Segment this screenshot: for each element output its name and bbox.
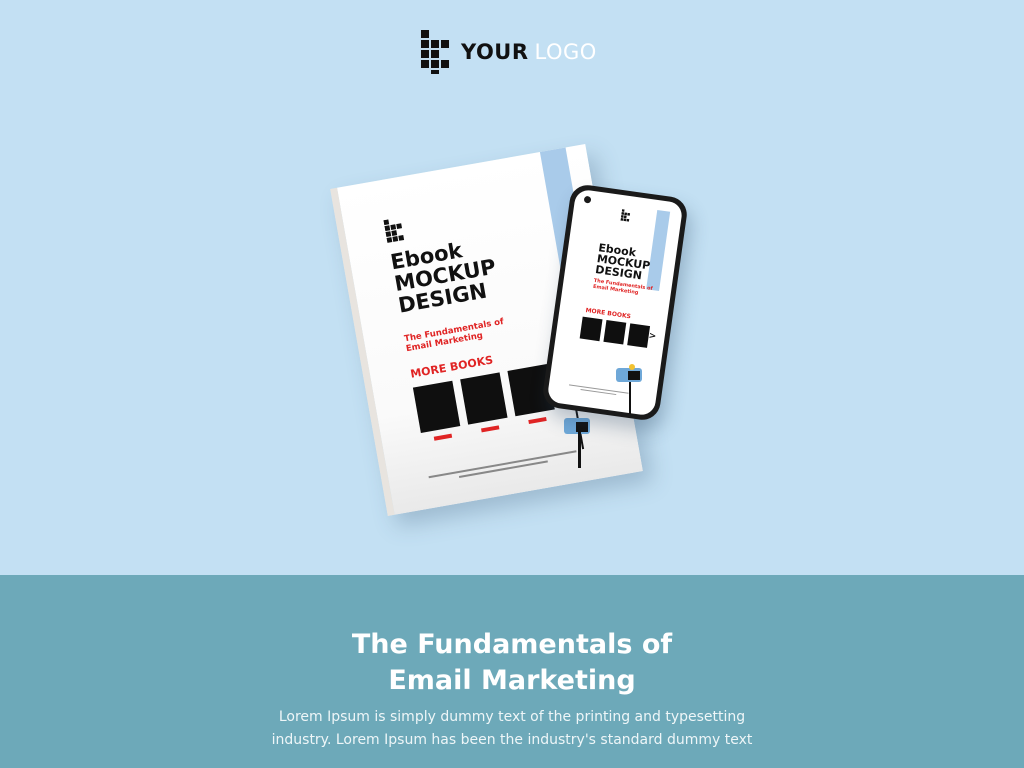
camera-dot xyxy=(583,195,592,204)
book-subtitle: The Fundamentals of Email Marketing xyxy=(404,317,507,354)
content-title-line: The Fundamentals of xyxy=(351,629,673,660)
book-logo-icon xyxy=(383,219,405,243)
content-title: The Fundamentals of Email Marketing xyxy=(0,627,1024,699)
phone-book-title: Ebook MOCKUP DESIGN xyxy=(595,241,653,282)
mailbox-icon xyxy=(616,364,642,414)
price-tag xyxy=(433,433,453,441)
phone-logo-icon xyxy=(620,209,631,222)
phone-thumbnail xyxy=(627,323,651,348)
content-band: The Fundamentals of Email Marketing Lore… xyxy=(0,575,1024,768)
logo-word-logo: LOGO xyxy=(534,40,597,64)
grid-squares-logo-icon xyxy=(421,30,449,74)
logo-word-your: YOUR xyxy=(461,40,529,64)
phone-thumbnail xyxy=(579,316,603,342)
brand-logo[interactable]: YOUR LOGO xyxy=(421,30,597,74)
content-body-text: Lorem Ipsum is simply dummy text of the … xyxy=(262,706,762,752)
price-tag xyxy=(528,416,547,425)
phone-thumbnail xyxy=(603,319,627,345)
book-thumbnail xyxy=(412,380,461,441)
price-tag xyxy=(481,425,500,433)
phone-screen: Ebook MOCKUP DESIGN The Fundamentals of … xyxy=(546,188,684,417)
text-line xyxy=(428,450,577,479)
book-title: Ebook MOCKUP DESIGN xyxy=(389,234,501,318)
body-text-line: Lorem Ipsum is simply dummy text of the … xyxy=(278,709,746,725)
logo-wordmark: YOUR LOGO xyxy=(461,30,597,74)
content-title-line: Email Marketing xyxy=(388,665,636,696)
mailbox-icon xyxy=(564,418,590,468)
chevron-right-icon[interactable]: > xyxy=(648,331,657,342)
phone-thumbnails xyxy=(579,316,651,348)
book-thumbnail xyxy=(460,372,508,433)
body-text-line: industry. Lorem Ipsum has been the indus… xyxy=(271,732,753,748)
hero-section: YOUR LOGO Ebook MOCKUP DESIGN The Fundame… xyxy=(0,0,1024,575)
